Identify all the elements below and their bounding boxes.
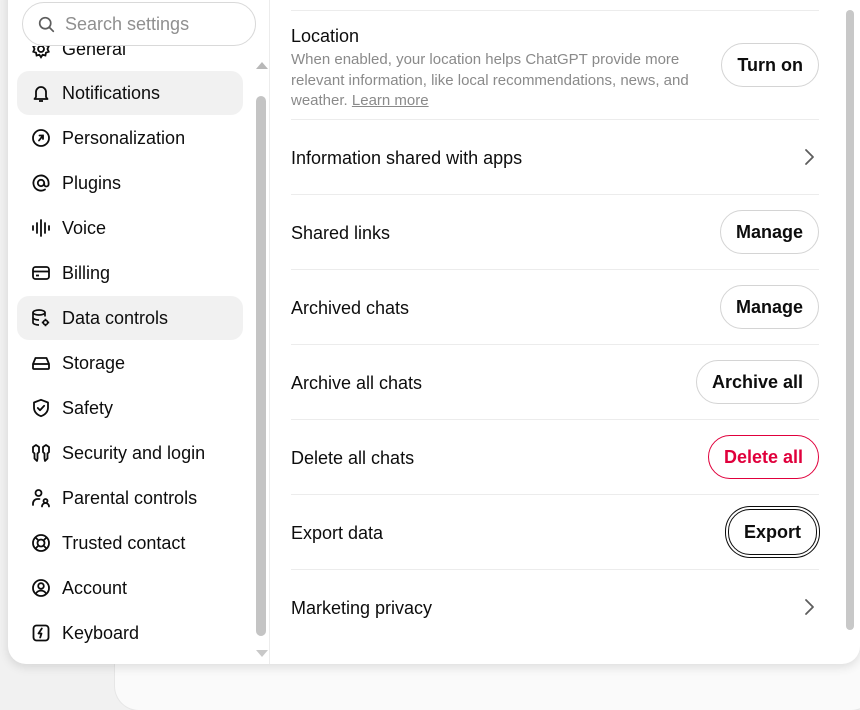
personalization-icon [30, 127, 52, 149]
sidebar-item-label: Parental controls [62, 487, 198, 508]
location-description: When enabled, your location helps ChatGP… [291, 50, 711, 112]
export-data-title: Export data [291, 523, 384, 543]
sidebar-item-label: Notifications [62, 82, 161, 103]
archived-chats-title: Archived chats [291, 298, 410, 318]
sidebar-item-keyboard[interactable]: Keyboard [17, 611, 243, 655]
chevron-right-icon [805, 599, 814, 615]
marketing-privacy-title: Marketing privacy [291, 598, 433, 618]
sidebar-item-label: Plugins [62, 172, 122, 193]
sidebar-item-data-controls[interactable]: Data controls [17, 296, 243, 340]
settings-sidebar: General Notifications Personalization Pl… [8, 0, 270, 664]
settings-dialog: General Notifications Personalization Pl… [8, 0, 860, 664]
database-gear-icon [30, 307, 52, 329]
sidebar-scrollbar[interactable] [254, 0, 268, 664]
export-data-row: Export data Export [291, 495, 819, 570]
info-shared-title: Information shared with apps [291, 148, 523, 168]
parent-icon [30, 487, 52, 509]
shared-links-title: Shared links [291, 223, 391, 243]
sidebar-item-label: Trusted contact [62, 532, 186, 553]
security-icon [30, 442, 52, 464]
sidebar-item-label: Voice [62, 217, 107, 238]
sidebar-item-storage[interactable]: Storage [17, 341, 243, 385]
delete-all-button[interactable]: Delete all [707, 435, 819, 479]
sidebar-item-label: Storage [62, 352, 126, 373]
sidebar-item-trusted-contact[interactable]: Trusted contact [17, 521, 243, 565]
export-button[interactable]: Export [727, 509, 817, 555]
sidebar-item-account[interactable]: Account [17, 566, 243, 610]
user-circle-icon [30, 577, 52, 599]
sidebar-item-notifications[interactable]: Notifications [17, 71, 243, 115]
manage-archived-chats-button[interactable]: Manage [719, 285, 819, 329]
waveform-icon [30, 217, 52, 239]
archive-all-button[interactable]: Archive all [695, 360, 819, 404]
archive-all-title: Archive all chats [291, 373, 423, 393]
delete-all-row: Delete all chats Delete all [291, 420, 819, 495]
scroll-up-arrow-icon[interactable] [256, 62, 268, 69]
lifebuoy-icon [30, 532, 52, 554]
keyboard-icon [30, 622, 52, 644]
sidebar-item-label: Data controls [62, 307, 169, 328]
marketing-privacy-row[interactable]: Marketing privacy [291, 570, 819, 645]
gear-icon [30, 46, 52, 60]
sidebar-item-label: General [62, 46, 127, 59]
sidebar-item-label: Account [62, 577, 128, 598]
shield-check-icon [30, 397, 52, 419]
sidebar-item-personalization[interactable]: Personalization [17, 116, 243, 160]
archived-chats-row: Archived chats Manage [291, 270, 819, 345]
sidebar-item-parental-controls[interactable]: Parental controls [17, 476, 243, 520]
learn-more-link[interactable]: Learn more [352, 92, 429, 109]
turn-on-location-button[interactable]: Turn on [721, 43, 819, 87]
sidebar-item-plugins[interactable]: Plugins [17, 161, 243, 205]
storage-icon [30, 352, 52, 374]
sidebar-item-label: Personalization [62, 127, 186, 148]
sidebar-nav: General Notifications Personalization Pl… [17, 46, 252, 664]
sidebar-item-label: Security and login [62, 442, 206, 463]
scroll-down-arrow-icon[interactable] [256, 650, 268, 657]
content-scroll-thumb[interactable] [846, 10, 854, 630]
credit-card-icon [30, 262, 52, 284]
location-title: Location [291, 26, 360, 46]
shared-links-row: Shared links Manage [291, 195, 819, 270]
search-input[interactable] [65, 13, 235, 35]
sidebar-item-security-and-login[interactable]: Security and login [17, 431, 243, 475]
manage-shared-links-button[interactable]: Manage [719, 210, 819, 254]
location-row: Location When enabled, your location hel… [291, 11, 819, 120]
data-controls-panel: Location When enabled, your location hel… [270, 0, 860, 664]
search-box[interactable] [22, 2, 256, 46]
sidebar-item-general[interactable]: General [17, 46, 243, 71]
sidebar-item-voice[interactable]: Voice [17, 206, 243, 250]
bell-icon [30, 82, 52, 104]
sidebar-item-label: Keyboard [62, 622, 140, 643]
archive-all-row: Archive all chats Archive all [291, 345, 819, 420]
info-shared-row[interactable]: Information shared with apps [291, 120, 819, 195]
sidebar-item-label: Billing [62, 262, 111, 283]
content-scrollbar[interactable] [846, 0, 854, 640]
sidebar-item-label: Safety [62, 397, 114, 418]
chevron-right-icon [805, 149, 814, 165]
sidebar-item-billing[interactable]: Billing [17, 251, 243, 295]
sidebar-scroll-thumb[interactable] [256, 96, 266, 636]
at-icon [30, 172, 52, 194]
location-description-text: When enabled, your location helps ChatGP… [291, 51, 689, 109]
search-icon [38, 16, 55, 32]
sidebar-item-safety[interactable]: Safety [17, 386, 243, 430]
delete-all-title: Delete all chats [291, 448, 415, 468]
